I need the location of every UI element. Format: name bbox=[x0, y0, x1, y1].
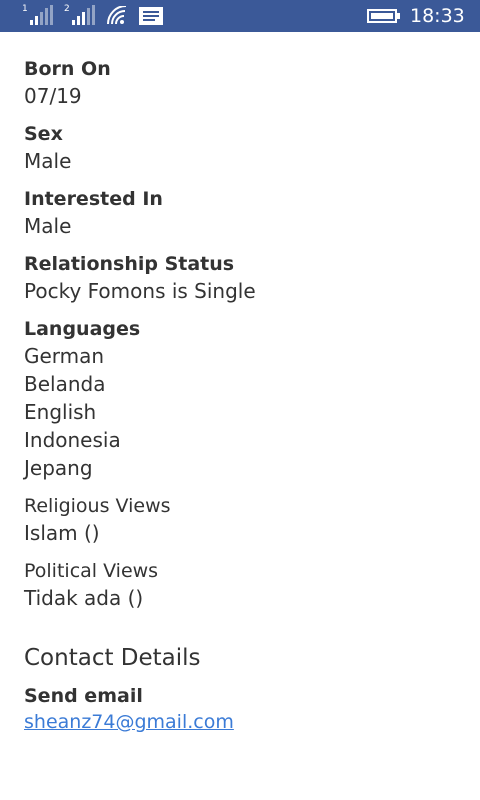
sex-value: Male bbox=[24, 149, 72, 173]
religious-views-section: Religious Views Islam () bbox=[24, 493, 464, 547]
send-email-label: Send email bbox=[24, 685, 143, 707]
clock: 18:33 bbox=[410, 5, 465, 27]
language-item: Jepang bbox=[24, 456, 93, 480]
status-bar: 1 2 18:33 bbox=[0, 0, 480, 32]
signal-bars-icon bbox=[72, 5, 98, 25]
sim2-number: 2 bbox=[64, 4, 70, 14]
sex-label: Sex bbox=[24, 123, 63, 145]
born-on-label: Born On bbox=[24, 58, 111, 80]
profile-details: Born On 07/19 Sex Male Interested In Mal… bbox=[24, 56, 464, 735]
battery-icon bbox=[367, 0, 401, 32]
wifi-icon bbox=[106, 0, 128, 32]
languages-label: Languages bbox=[24, 318, 141, 340]
interested-in-section: Interested In Male bbox=[24, 186, 464, 240]
born-on-value: 07/19 bbox=[24, 84, 82, 108]
language-item: English bbox=[24, 400, 97, 424]
relationship-value: Pocky Fomons is Single bbox=[24, 279, 256, 303]
sex-section: Sex Male bbox=[24, 121, 464, 175]
languages-section: Languages German Belanda English Indones… bbox=[24, 316, 464, 482]
language-item: German bbox=[24, 344, 105, 368]
political-views-label: Political Views bbox=[24, 560, 159, 582]
political-views-section: Political Views Tidak ada () bbox=[24, 558, 464, 612]
born-on-section: Born On 07/19 bbox=[24, 56, 464, 110]
interested-in-value: Male bbox=[24, 214, 72, 238]
message-icon bbox=[138, 0, 164, 32]
interested-in-label: Interested In bbox=[24, 188, 163, 210]
language-item: Belanda bbox=[24, 372, 106, 396]
relationship-label: Relationship Status bbox=[24, 253, 235, 275]
relationship-section: Relationship Status Pocky Fomons is Sing… bbox=[24, 251, 464, 305]
religious-views-value: Islam () bbox=[24, 521, 100, 545]
religious-views-label: Religious Views bbox=[24, 495, 171, 517]
email-link[interactable]: sheanz74@gmail.com bbox=[24, 709, 464, 735]
email-section: Send email sheanz74@gmail.com bbox=[24, 683, 464, 735]
language-item: Indonesia bbox=[24, 428, 121, 452]
sim1-number: 1 bbox=[22, 4, 28, 14]
contact-details-title: Contact Details bbox=[24, 645, 201, 671]
political-views-value: Tidak ada () bbox=[24, 586, 144, 610]
signal-bars-icon bbox=[30, 5, 56, 25]
